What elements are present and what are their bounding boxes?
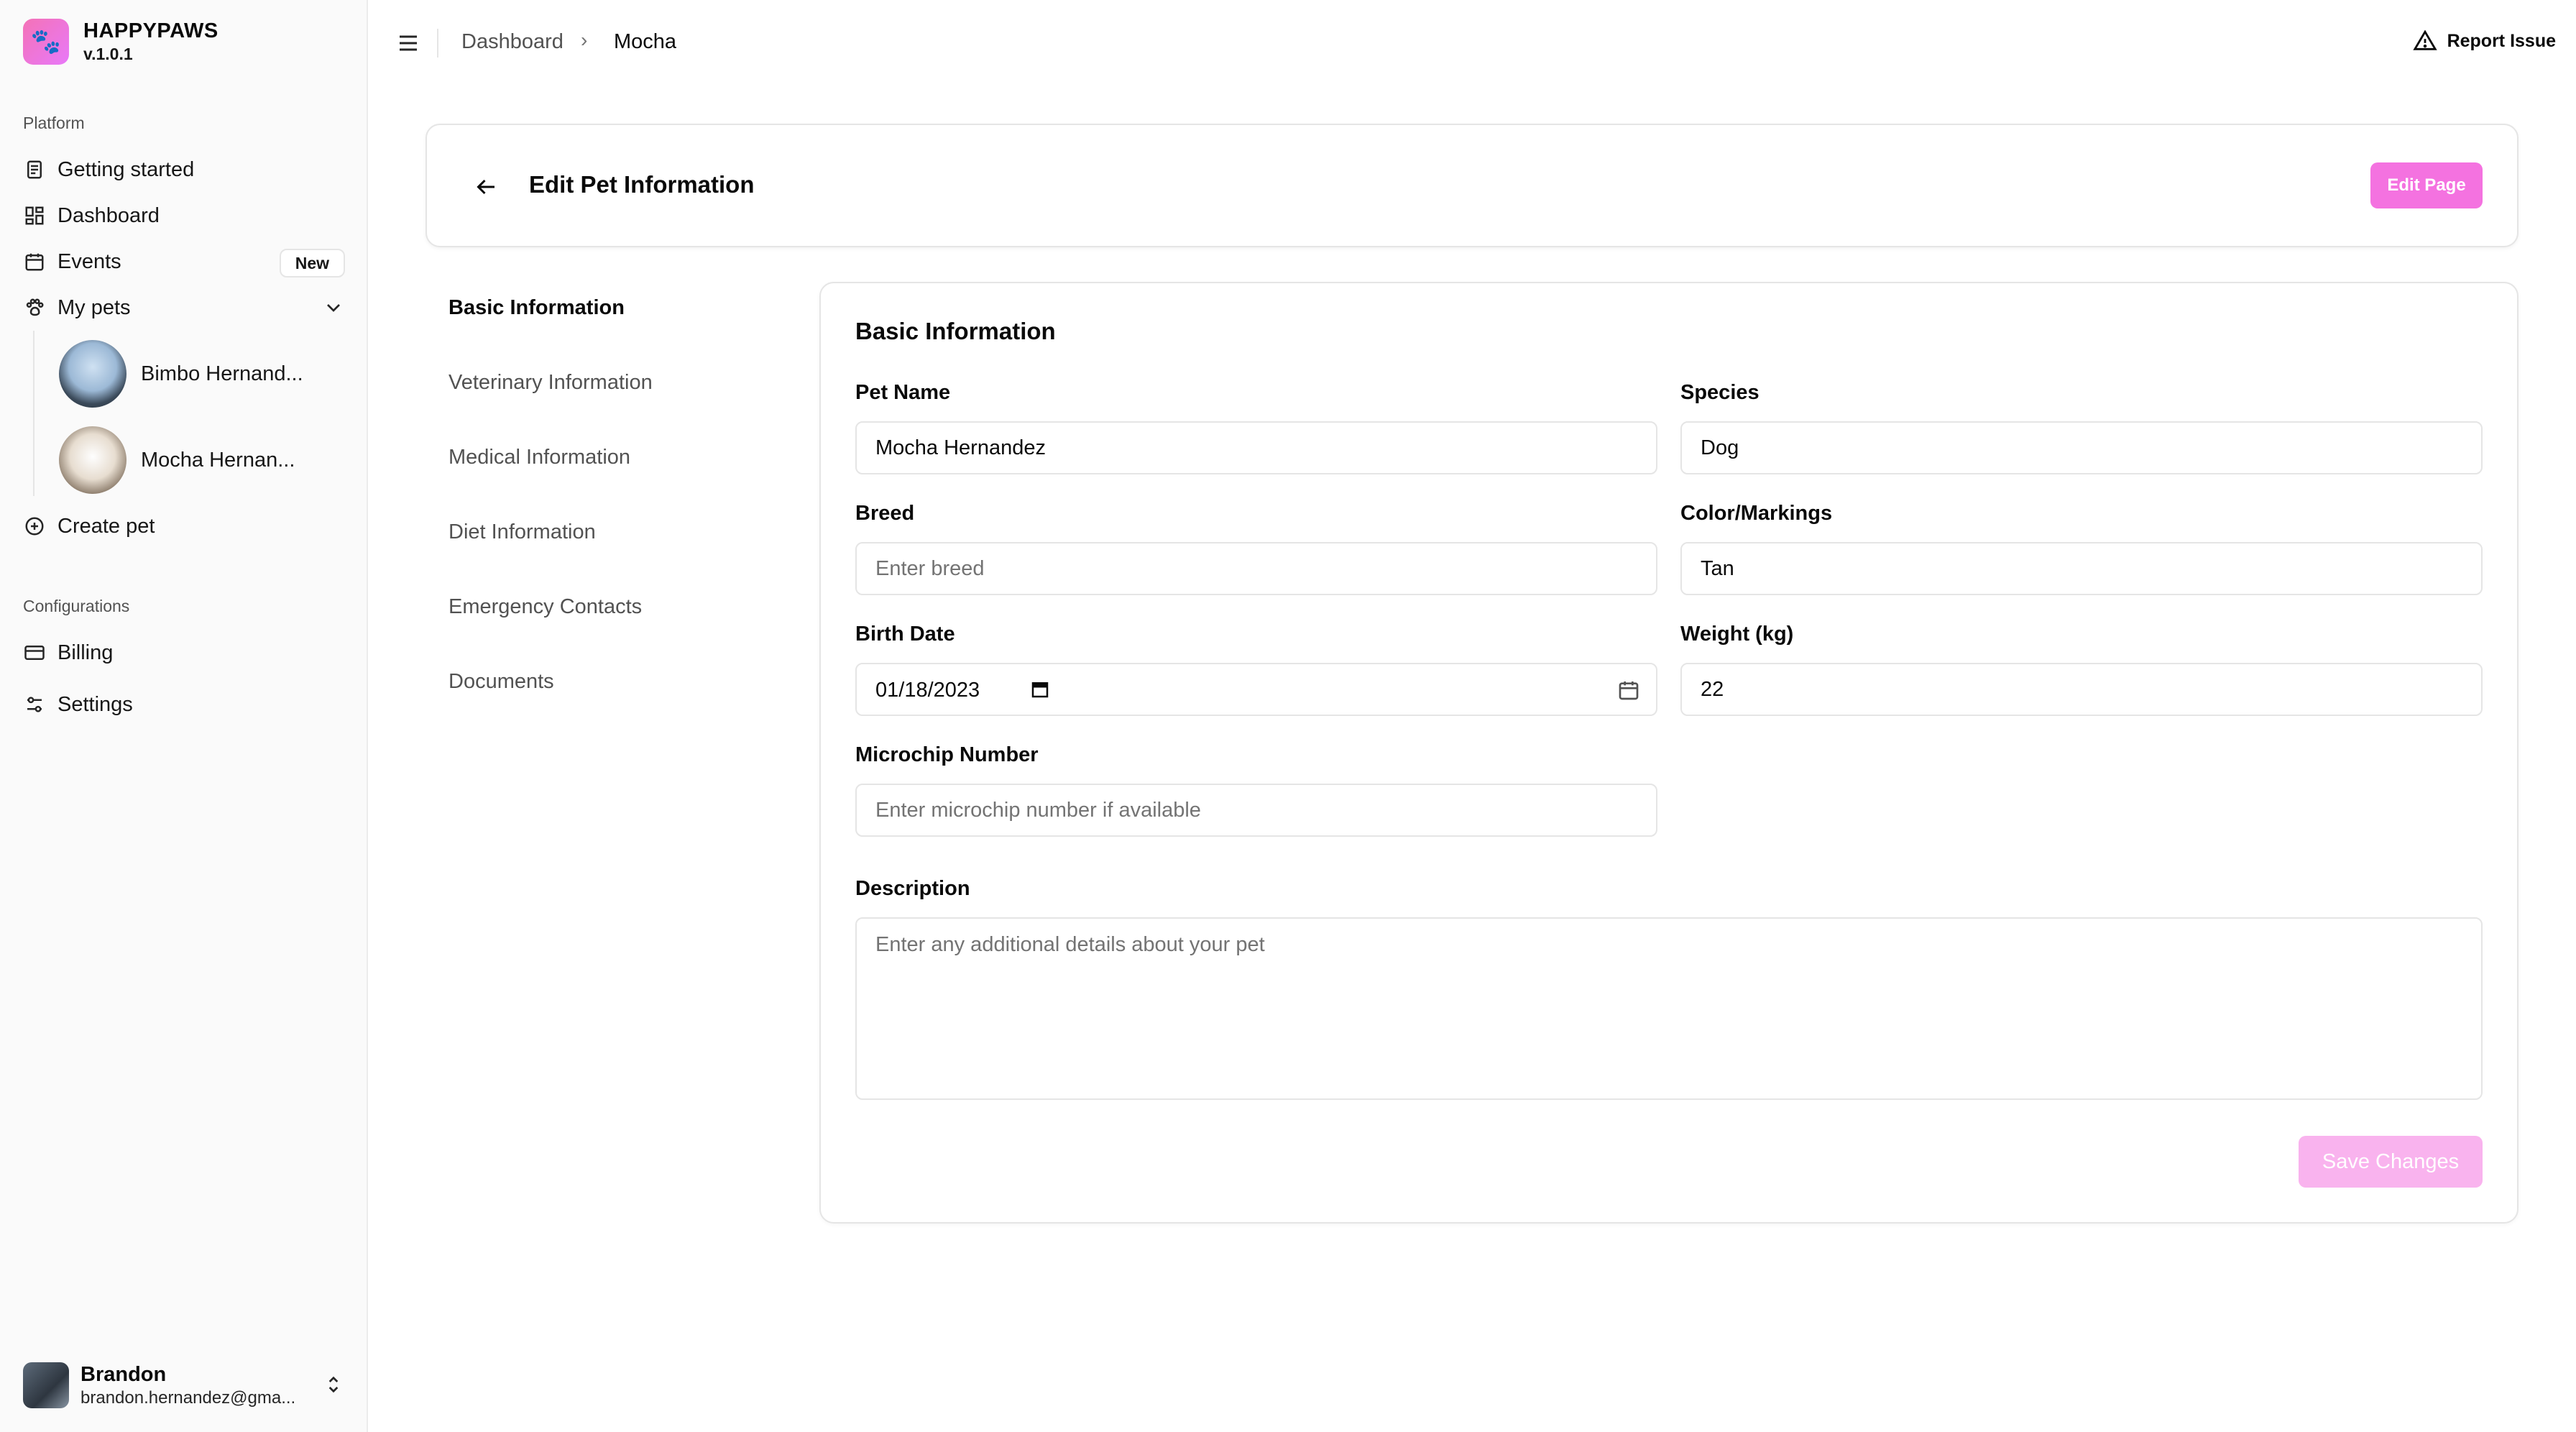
section-link-documents[interactable]: Documents xyxy=(448,670,554,694)
sidebar-item-my-pets[interactable]: My pets xyxy=(23,288,345,328)
pet-name-label: Pet Name xyxy=(855,381,951,404)
arrow-left-icon[interactable] xyxy=(473,174,499,200)
section-link-veterinary[interactable]: Veterinary Information xyxy=(448,371,653,395)
main-content: Dashboard › Mocha Report Issue Edit Pet … xyxy=(368,0,2576,1432)
microchip-input[interactable] xyxy=(855,784,1657,837)
calendar-icon xyxy=(1619,681,1639,700)
edit-page-button[interactable]: Edit Page xyxy=(2370,162,2483,208)
breed-input[interactable] xyxy=(855,542,1657,595)
chevrons-up-down-icon xyxy=(328,1376,339,1393)
user-avatar xyxy=(23,1362,69,1409)
sidebar-item-label: Settings xyxy=(58,692,133,716)
sidebar-item-label: Billing xyxy=(58,641,114,664)
microchip-label: Microchip Number xyxy=(855,743,1039,766)
user-menu[interactable]: Brandon brandon.hernandez@gma... xyxy=(23,1362,345,1409)
brand-version: v.1.0.1 xyxy=(83,45,133,64)
credit-card-icon xyxy=(23,641,46,664)
breadcrumb-dashboard[interactable]: Dashboard xyxy=(461,30,564,54)
weight-label: Weight (kg) xyxy=(1680,623,1794,646)
page-header-card: Edit Pet Information Edit Page xyxy=(426,124,2518,247)
file-text-icon xyxy=(23,158,46,181)
section-link-emergency[interactable]: Emergency Contacts xyxy=(448,595,642,619)
pet-name-input[interactable] xyxy=(855,421,1657,474)
description-textarea[interactable] xyxy=(855,917,2483,1100)
configurations-group-label: Configurations xyxy=(23,597,130,615)
sidebar-item-settings[interactable]: Settings xyxy=(23,684,345,725)
color-input[interactable] xyxy=(1680,542,2483,595)
brand[interactable]: 🐾 HAPPYPAWS v.1.0.1 xyxy=(23,19,218,65)
section-link-diet[interactable]: Diet Information xyxy=(448,520,596,544)
sidebar-pet-bimbo[interactable]: Bimbo Hernand... xyxy=(59,338,303,410)
layout-grid-icon xyxy=(23,204,46,227)
pet-avatar xyxy=(59,340,126,408)
form-title: Basic Information xyxy=(855,318,1056,344)
topbar: Dashboard › Mocha Report Issue xyxy=(368,0,2576,86)
paw-icon xyxy=(23,296,46,319)
user-name: Brandon xyxy=(80,1363,167,1386)
species-label: Species xyxy=(1680,381,1760,404)
paw-logo-icon: 🐾 xyxy=(23,19,69,65)
pets-submenu-line xyxy=(33,331,34,496)
save-changes-button[interactable]: Save Changes xyxy=(2299,1136,2483,1188)
sidebar-item-label: Getting started xyxy=(58,157,195,181)
section-link-medical[interactable]: Medical Information xyxy=(448,446,630,469)
calendar-icon xyxy=(23,250,46,273)
pet-name: Mocha Hernan... xyxy=(141,448,295,472)
color-label: Color/Markings xyxy=(1680,502,1833,525)
menu-icon[interactable] xyxy=(395,30,421,56)
create-pet-label: Create pet xyxy=(58,514,155,538)
basic-info-form: Basic Information Pet Name Species Breed… xyxy=(819,282,2518,1224)
user-email: brandon.hernandez@gma... xyxy=(80,1388,296,1408)
report-issue-label: Report Issue xyxy=(2447,30,2556,51)
platform-group-label: Platform xyxy=(23,114,85,132)
plus-circle-icon xyxy=(23,515,46,538)
breadcrumb-separator: › xyxy=(581,29,588,51)
weight-input[interactable] xyxy=(1680,663,2483,716)
sidebar-pet-mocha[interactable]: Mocha Hernan... xyxy=(59,424,295,496)
chevron-down-icon[interactable] xyxy=(322,296,345,319)
section-link-basic[interactable]: Basic Information xyxy=(448,296,625,320)
birth-date-input[interactable]: 01/18/2023 xyxy=(855,663,1657,716)
calendar-picker-icon[interactable] xyxy=(1029,679,1051,700)
brand-name: HAPPYPAWS xyxy=(83,19,218,43)
sidebar-item-getting-started[interactable]: Getting started xyxy=(23,150,345,190)
birth-date-label: Birth Date xyxy=(855,623,955,646)
breed-label: Breed xyxy=(855,502,915,525)
topbar-divider xyxy=(437,29,438,58)
page-title: Edit Pet Information xyxy=(529,171,755,198)
birth-date-value: 01/18/2023 xyxy=(875,679,980,702)
alert-triangle-icon xyxy=(2412,29,2437,50)
create-pet-button[interactable]: Create pet xyxy=(23,506,345,546)
sidebar-item-label: Dashboard xyxy=(58,203,160,227)
pet-name: Bimbo Hernand... xyxy=(141,362,303,385)
species-input[interactable] xyxy=(1680,421,2483,474)
new-badge: New xyxy=(279,249,345,277)
sidebar: 🐾 HAPPYPAWS v.1.0.1 Platform Getting sta… xyxy=(0,0,368,1432)
breadcrumb-current: Mocha xyxy=(614,30,677,53)
sidebar-item-label: Events xyxy=(58,249,121,273)
sidebar-item-label: My pets xyxy=(58,295,131,319)
sidebar-item-events[interactable]: Events New xyxy=(23,242,345,282)
sidebar-item-billing[interactable]: Billing xyxy=(23,633,345,673)
sidebar-item-dashboard[interactable]: Dashboard xyxy=(23,196,345,236)
pet-avatar xyxy=(59,426,126,494)
report-issue-button[interactable]: Report Issue xyxy=(2412,29,2556,53)
sliders-icon xyxy=(23,693,46,716)
description-label: Description xyxy=(855,877,970,900)
